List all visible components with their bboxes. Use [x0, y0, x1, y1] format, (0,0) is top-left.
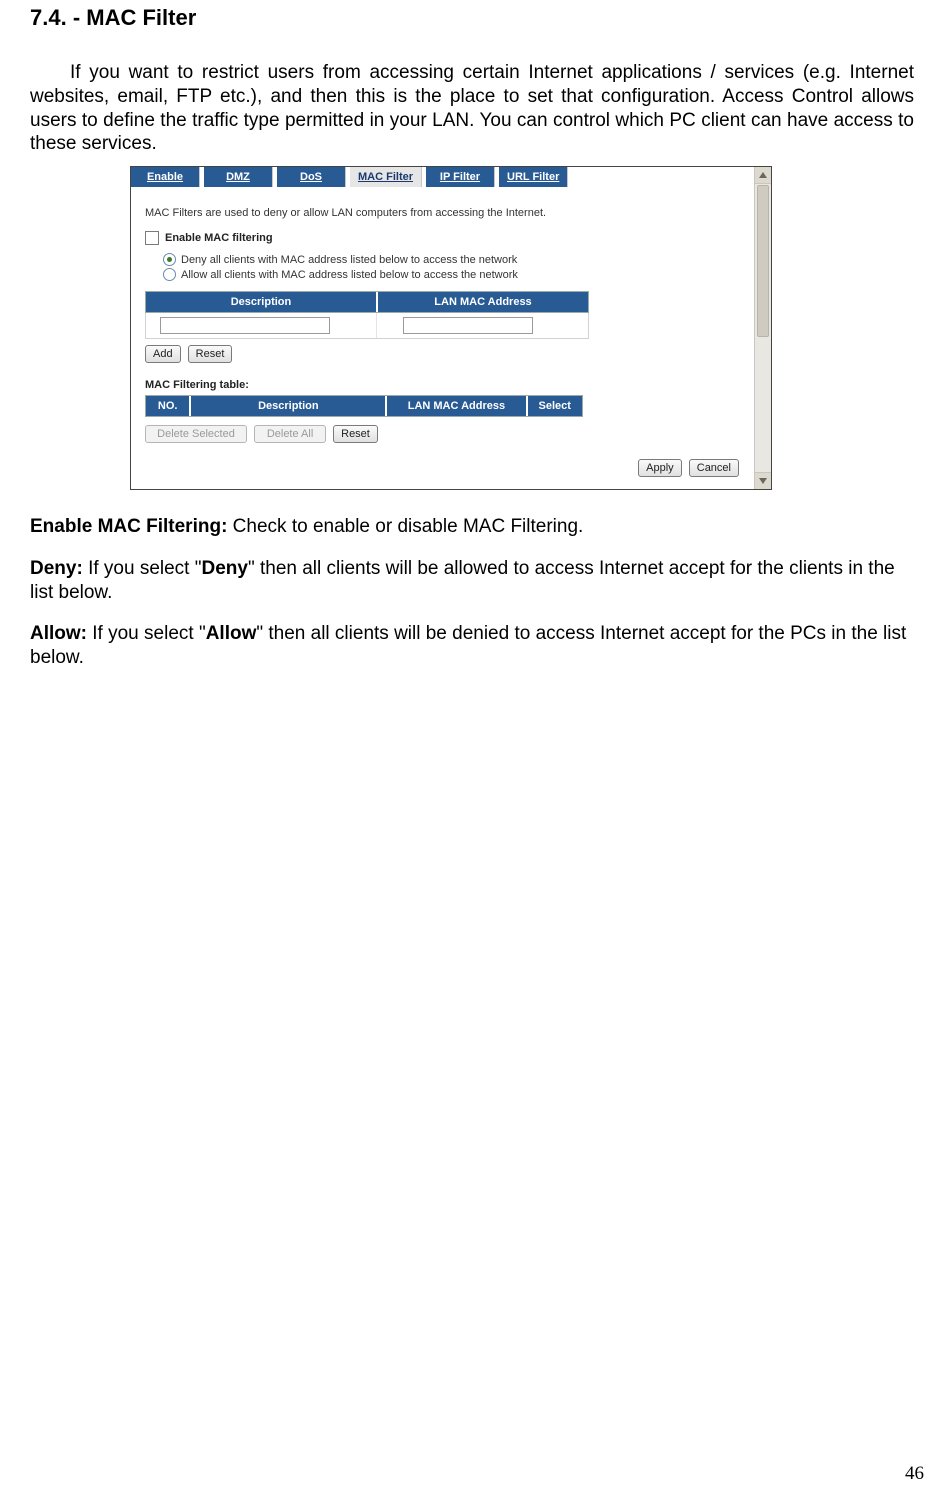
reset-button[interactable]: Reset — [188, 345, 233, 363]
tab-bar: Enable DMZ DoS MAC Filter IP Filter URL … — [131, 167, 771, 187]
tab-enable[interactable]: Enable — [131, 167, 200, 187]
reset-table-button[interactable]: Reset — [333, 425, 378, 443]
scroll-thumb[interactable] — [757, 185, 769, 337]
col-header-mac: LAN MAC Address — [378, 292, 588, 312]
radio-deny-label: Deny all clients with MAC address listed… — [181, 254, 517, 266]
tab-dos[interactable]: DoS — [277, 167, 346, 187]
def-deny-bold: Deny — [201, 558, 247, 579]
delete-selected-button[interactable]: Delete Selected — [145, 425, 247, 443]
enable-mac-filtering-checkbox[interactable] — [145, 231, 159, 245]
def-deny-term: Deny: — [30, 558, 83, 579]
fcol-no: NO. — [146, 396, 191, 416]
definition-deny: Deny: If you select "Deny" then all clie… — [30, 557, 914, 605]
radio-allow-label: Allow all clients with MAC address liste… — [181, 269, 518, 281]
add-button[interactable]: Add — [145, 345, 181, 363]
definition-allow: Allow: If you select "Allow" then all cl… — [30, 622, 914, 670]
radio-deny[interactable] — [163, 253, 176, 266]
section-title: - MAC Filter — [73, 5, 196, 30]
def-allow-bold: Allow — [206, 623, 257, 644]
def-enable-term: Enable MAC Filtering: — [30, 516, 227, 537]
tab-url-filter[interactable]: URL Filter — [499, 167, 568, 187]
apply-button[interactable]: Apply — [638, 459, 682, 477]
page-number: 46 — [905, 1463, 924, 1485]
section-number: 7.4. — [30, 5, 67, 30]
section-heading: 7.4. - MAC Filter — [30, 5, 914, 31]
def-enable-text: Check to enable or disable MAC Filtering… — [227, 516, 583, 537]
tab-ip-filter[interactable]: IP Filter — [426, 167, 495, 187]
col-header-description: Description — [146, 292, 378, 312]
enable-mac-filtering-label: Enable MAC filtering — [165, 232, 273, 244]
tab-dmz[interactable]: DMZ — [204, 167, 273, 187]
definition-enable: Enable MAC Filtering: Check to enable or… — [30, 515, 914, 539]
filtering-table-title: MAC Filtering table: — [145, 379, 747, 391]
scroll-up-button[interactable] — [755, 167, 771, 184]
def-allow-term: Allow: — [30, 623, 87, 644]
delete-all-button[interactable]: Delete All — [254, 425, 326, 443]
tab-mac-filter[interactable]: MAC Filter — [350, 167, 422, 187]
description-input[interactable] — [160, 317, 330, 334]
scrollbar[interactable] — [754, 167, 771, 489]
fcol-select: Select — [528, 396, 583, 416]
intro-paragraph: If you want to restrict users from acces… — [30, 61, 914, 156]
mac-address-input[interactable] — [403, 317, 533, 334]
router-screenshot: Enable DMZ DoS MAC Filter IP Filter URL … — [130, 166, 914, 490]
radio-allow[interactable] — [163, 268, 176, 281]
intro-text: If you want to restrict users from acces… — [30, 62, 914, 154]
def-deny-text1: If you select " — [83, 558, 202, 579]
def-allow-text1: If you select " — [87, 623, 206, 644]
help-text: MAC Filters are used to deny or allow LA… — [145, 207, 747, 219]
scroll-down-button[interactable] — [755, 472, 771, 489]
fcol-mac: LAN MAC Address — [387, 396, 527, 416]
fcol-description: Description — [191, 396, 387, 416]
cancel-button[interactable]: Cancel — [689, 459, 739, 477]
